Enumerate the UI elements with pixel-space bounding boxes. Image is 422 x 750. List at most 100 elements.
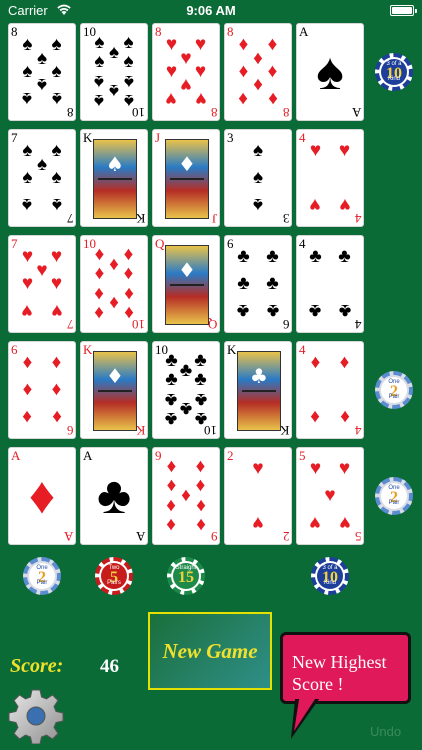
column-5-hand-chip: 3 of a 10 Kind [311,557,349,595]
card-4-heart[interactable]: 4 4 ♥ ♥ ♥ ♥ [296,129,364,227]
row-5-hand-chip: One 2 Pair [375,477,413,515]
card-A-club[interactable]: A A ♣ [80,447,148,545]
diamond-icon: ♦ [195,456,206,478]
card-index: A [351,105,361,120]
card-index: A [299,24,309,39]
face-card-portrait: ♦ [165,245,209,325]
bubble-tail [278,699,320,739]
diamond-icon: ♦ [310,352,321,374]
card-3-spade[interactable]: 3 3 ♠ ♠ ♠ [224,129,292,227]
row-4-hand-chip: One 2 Pair [375,371,413,409]
chip-caption-bottom: Pair [388,394,400,400]
diamond-icon: ♦ [238,87,249,109]
diamond-icon: ♦ [22,379,33,400]
diamond-icon: ♦ [166,456,177,478]
diamond-icon: ♦ [339,352,350,374]
club-icon: ♣ [309,246,322,268]
card-K-club[interactable]: K K ♣ [224,341,292,439]
diamond-icon: ♦ [51,405,62,427]
face-card-portrait: ♠ [93,139,137,219]
new-highscore-bubble: New Highest Score ! [280,632,411,704]
card-Q-diamond[interactable]: Q Q ♦ [152,235,220,333]
card-7-spade[interactable]: 7 7 ♠ ♠ ♠ ♠ ♠ ♠ ♠ [8,129,76,227]
heart-icon: ♥ [252,458,264,480]
card-index: 9 [210,529,218,544]
club-icon: ♣ [165,369,178,391]
card-K-diamond[interactable]: K K ♦ [80,341,148,439]
card-10-club[interactable]: 10 10 ♣ ♣ ♣ ♣ ♣ ♣ ♣ ♣ ♣ ♣ [152,341,220,439]
card-5-heart[interactable]: 5 5 ♥ ♥ ♥ ♥ ♥ [296,447,364,545]
heart-icon: ♥ [21,273,34,294]
card-index: 3 [227,130,234,145]
card-index: Q [207,317,217,332]
card-index: K [227,342,237,357]
card-index: 4 [354,423,362,438]
card-A-spade[interactable]: A A ♠ [296,23,364,121]
card-8-spade[interactable]: 8 8 ♠ ♠ ♠ ♠ ♠ ♠ ♠ ♠ [8,23,76,121]
card-index: K [83,130,93,145]
heart-icon: ♥ [50,273,63,294]
club-icon: ♣ [237,246,250,268]
diamond-icon: ♦ [106,364,124,388]
card-index: Q [155,236,165,251]
card-index: K [83,342,93,357]
diamond-icon: ♦ [51,352,62,374]
card-index: K [135,423,145,438]
card-A-diamond[interactable]: A A ♦ [8,447,76,545]
chip-caption-bottom: Kind [323,580,336,586]
card-8-heart[interactable]: 8 8 ♥ ♥ ♥ ♥ ♥ ♥ ♥ ♥ [152,23,220,121]
card-index: A [135,529,145,544]
column-2-hand-chip: Two 5 Pairs [95,557,133,595]
heart-icon: ♥ [338,193,351,215]
card-index: 6 [66,423,74,438]
diamond-icon: ♦ [195,513,206,535]
card-J-diamond[interactable]: J J ♦ [152,129,220,227]
club-icon: ♣ [338,299,351,321]
card-9-diamond[interactable]: 9 9 ♦ ♦ ♦ ♦ ♦ ♦ ♦ ♦ ♦ [152,447,220,545]
club-icon: ♣ [250,364,268,388]
club-icon: ♣ [266,299,279,321]
card-K-spade[interactable]: K K ♠ [80,129,148,227]
card-2-heart[interactable]: 2 2 ♥ ♥ [224,447,292,545]
card-6-club[interactable]: 6 6 ♣ ♣ ♣ ♣ ♣ ♣ [224,235,292,333]
diamond-icon: ♦ [123,263,134,285]
card-10-diamond[interactable]: 10 10 ♦ ♦ ♦ ♦ ♦ ♦ ♦ ♦ ♦ ♦ [80,235,148,333]
row-1-hand-chip: 3 of a 10 Kind [375,53,413,91]
card-8-diamond[interactable]: 8 8 ♦ ♦ ♦ ♦ ♦ ♦ ♦ ♦ [224,23,292,121]
heart-icon: ♥ [194,87,207,109]
heart-icon: ♥ [338,511,351,533]
diamond-icon: ♦ [195,494,206,516]
card-index: 8 [282,105,290,120]
club-icon: ♣ [194,407,207,429]
settings-gear-icon[interactable] [8,688,64,744]
diamond-icon: ♦ [94,301,105,323]
club-icon: ♣ [338,246,351,268]
card-4-diamond[interactable]: 4 4 ♦ ♦ ♦ ♦ [296,341,364,439]
card-index: 4 [354,211,362,226]
chip-caption-bottom: Pair [388,500,400,506]
card-index: A [63,529,73,544]
spade-icon: ♠ [94,51,105,73]
undo-button[interactable]: Undo [370,724,401,739]
spade-icon: ♠ [94,89,105,111]
card-7-heart[interactable]: 7 7 ♥ ♥ ♥ ♥ ♥ ♥ ♥ [8,235,76,333]
spade-icon: ♠ [51,167,62,188]
new-game-button[interactable]: New Game [148,612,272,690]
diamond-icon: ♦ [178,258,196,282]
card-index: 2 [227,448,234,463]
heart-icon: ♥ [338,140,351,162]
card-index: 5 [354,529,362,544]
diamond-icon: ♦ [94,263,105,285]
club-icon: ♣ [165,407,178,429]
card-6-diamond[interactable]: 6 6 ♦ ♦ ♦ ♦ ♦ ♦ [8,341,76,439]
diamond-icon: ♦ [22,405,33,427]
card-10-spade[interactable]: 10 10 ♠ ♠ ♠ ♠ ♠ ♠ ♠ ♠ ♠ ♠ [80,23,148,121]
heart-icon: ♥ [309,458,322,480]
diamond-icon: ♦ [166,513,177,535]
card-4-club[interactable]: 4 4 ♣ ♣ ♣ ♣ [296,235,364,333]
heart-icon: ♥ [324,485,336,506]
heart-icon: ♥ [309,140,322,162]
diamond-icon: ♦ [339,405,350,427]
card-grid: 8 8 ♠ ♠ ♠ ♠ ♠ ♠ ♠ ♠ 10 10 ♠ ♠ ♠ ♠ ♠ ♠ ♠ ♠ ♠ ♠ 8 8 ♥ ♥ ♥ ♥ ♥ ♥ ♥ ♥ 8 8 ♦ ♦ ♦ ♦… [0,0,422,560]
card-index: 4 [354,317,362,332]
